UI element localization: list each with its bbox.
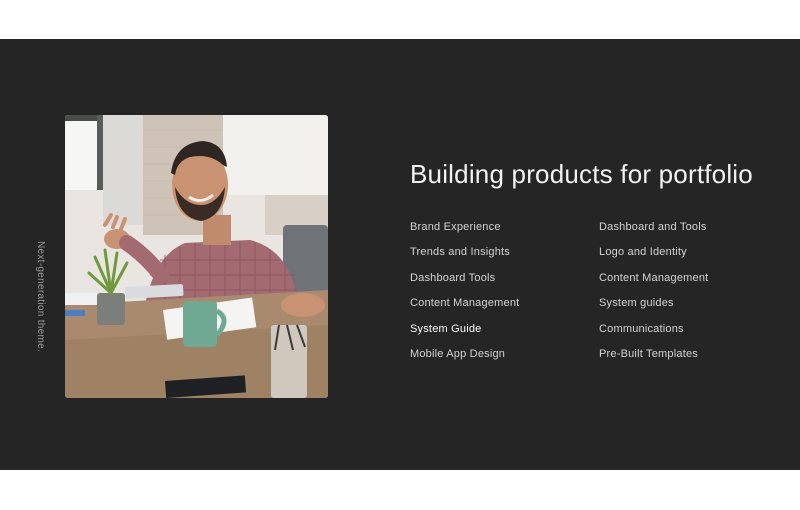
link-communications[interactable]: Communications [599, 323, 708, 348]
links-column-2: Dashboard and Tools Logo and Identity Co… [599, 221, 708, 373]
link-dashboard-and-tools[interactable]: Dashboard and Tools [599, 221, 708, 246]
link-logo-and-identity[interactable]: Logo and Identity [599, 246, 708, 271]
link-system-guides[interactable]: System guides [599, 297, 708, 322]
photo-illustration [65, 115, 328, 398]
office-meeting-photo [65, 115, 328, 398]
links-column-1: Brand Experience Trends and Insights Das… [410, 221, 519, 373]
link-content-management[interactable]: Content Management [410, 297, 519, 322]
vertical-tagline: Next-generation theme. [35, 241, 46, 353]
link-brand-experience[interactable]: Brand Experience [410, 221, 519, 246]
link-system-guide[interactable]: System Guide [410, 323, 519, 348]
link-mobile-app-design[interactable]: Mobile App Design [410, 348, 519, 373]
section-heading: Building products for portfolio [410, 159, 753, 189]
link-content-management-2[interactable]: Content Management [599, 272, 708, 297]
link-pre-built-templates[interactable]: Pre-Built Templates [599, 348, 708, 373]
link-dashboard-tools[interactable]: Dashboard Tools [410, 272, 519, 297]
link-trends-and-insights[interactable]: Trends and Insights [410, 246, 519, 271]
